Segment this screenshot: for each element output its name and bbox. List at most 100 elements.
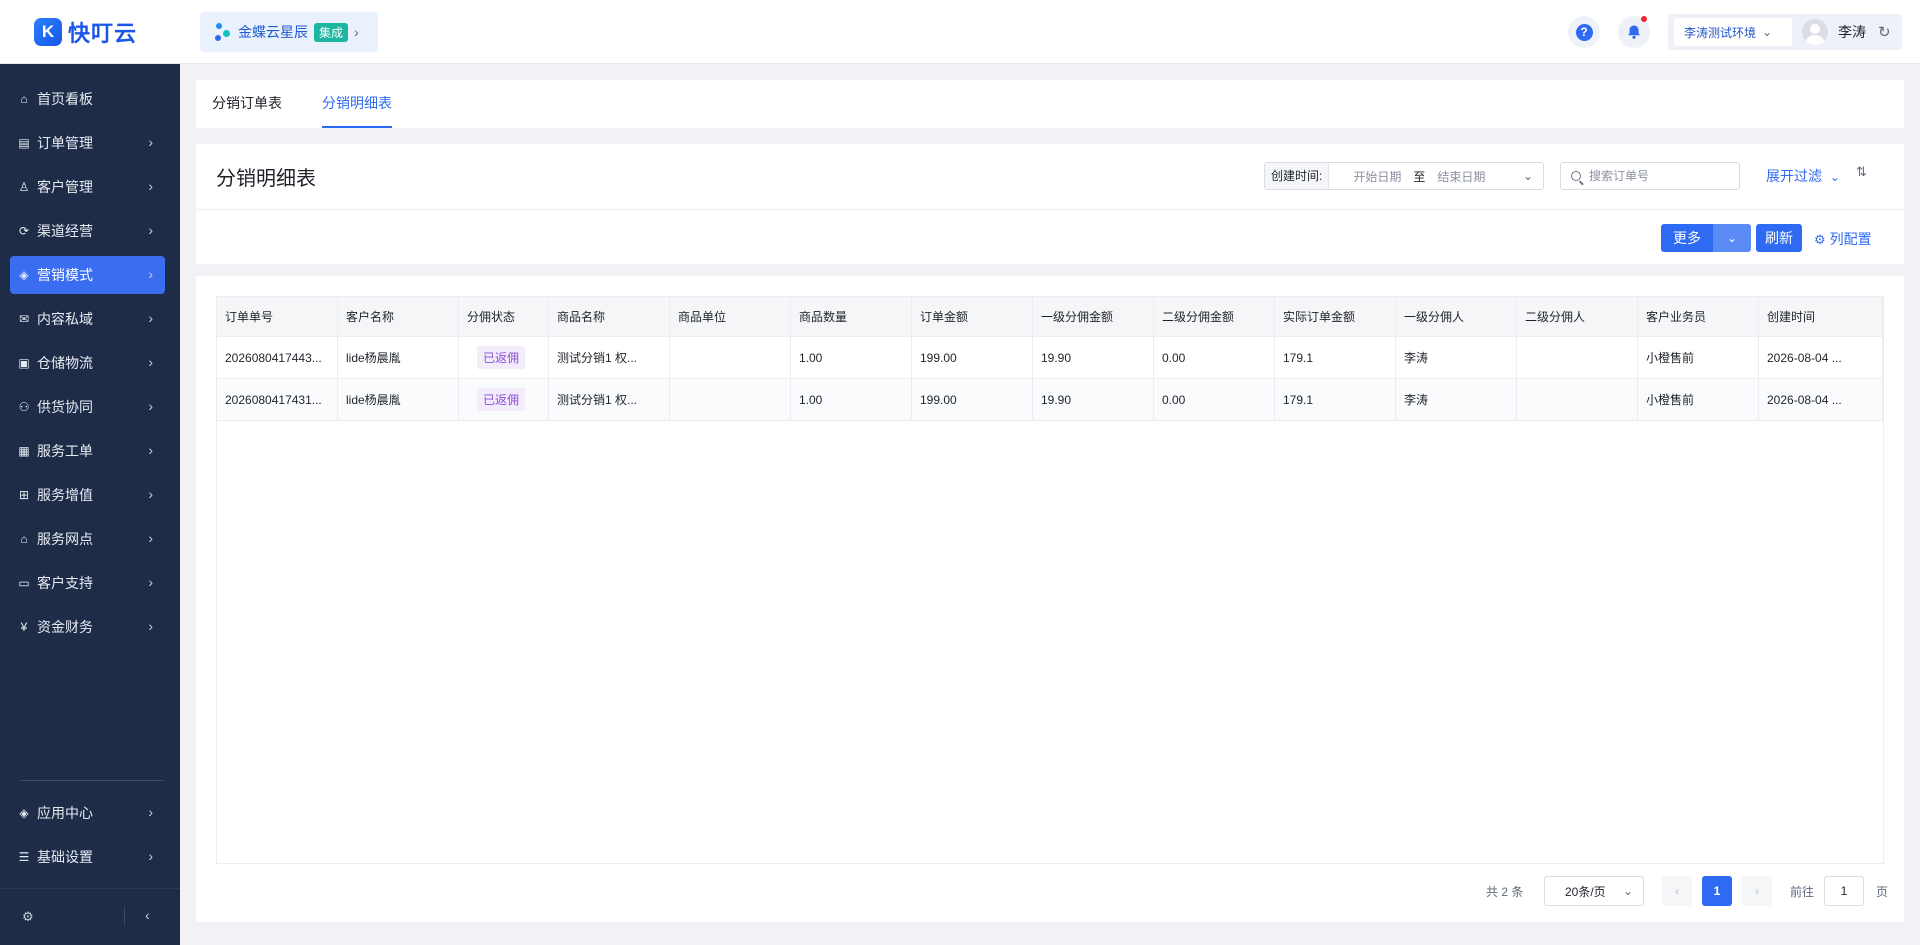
page-title: 分销明细表 bbox=[216, 168, 316, 190]
detail-table: 订单单号 客户名称 分佣状态 商品名称 商品单位 商品数量 订单金额 一级分佣金额 二级分佣金额… bbox=[216, 296, 1884, 864]
sidebar-divider bbox=[20, 780, 163, 781]
sidebar-item-warehouse[interactable]: ▣ 仓储物流 › bbox=[10, 344, 165, 382]
refresh-button[interactable]: 刷新 bbox=[1756, 224, 1802, 252]
sidebar-item-finance[interactable]: ¥ 资金财务 › bbox=[10, 608, 165, 646]
search-input[interactable] bbox=[1589, 169, 1729, 183]
page-suffix: 页 bbox=[1876, 884, 1889, 899]
tab-distribution-orders[interactable]: 分销订单表 bbox=[212, 80, 282, 128]
collapse-sidebar-icon[interactable]: ‹ bbox=[145, 907, 150, 923]
date-separator: 至 bbox=[1413, 169, 1426, 184]
sidebar-item-label: 供货协同 bbox=[37, 399, 93, 415]
sidebar-item-supply[interactable]: ⚇ 供货协同 › bbox=[10, 388, 165, 426]
column-header[interactable]: 订单金额 bbox=[912, 297, 1033, 336]
avatar[interactable] bbox=[1802, 19, 1828, 45]
column-header[interactable]: 实际订单金额 bbox=[1275, 297, 1396, 336]
column-config-button[interactable]: ⚙ 列配置 bbox=[1814, 229, 1872, 249]
help-icon: ? bbox=[1575, 23, 1593, 41]
sidebar-item-label: 营销模式 bbox=[37, 267, 93, 283]
sidebar-item-marketing[interactable]: ◈ 营销模式 › bbox=[10, 256, 165, 294]
settings-icon: ☰ bbox=[18, 850, 30, 864]
more-button[interactable]: 更多 bbox=[1661, 224, 1713, 252]
integration-switcher[interactable]: 金蝶云星辰 集成 › bbox=[200, 12, 378, 52]
sidebar-item-channel[interactable]: ⟳ 渠道经营 › bbox=[10, 212, 165, 250]
page-1-button[interactable]: 1 bbox=[1702, 876, 1732, 906]
column-header[interactable]: 分佣状态 bbox=[459, 297, 549, 336]
table-card: 订单单号 客户名称 分佣状态 商品名称 商品单位 商品数量 订单金额 一级分佣金额 二级分佣金额… bbox=[196, 276, 1904, 922]
table-cell bbox=[670, 337, 791, 378]
column-header[interactable]: 商品名称 bbox=[549, 297, 670, 336]
sidebar-item-label: 基础设置 bbox=[37, 849, 93, 865]
integration-logo-icon bbox=[214, 21, 232, 43]
page-size-select[interactable]: 20条/页 ⌄ bbox=[1544, 876, 1644, 906]
table-cell: lide杨晨胤 bbox=[338, 379, 459, 420]
marketing-icon: ◈ bbox=[19, 268, 29, 282]
help-button[interactable]: ? bbox=[1568, 16, 1600, 48]
sidebar-item-content[interactable]: ✉ 内容私域 › bbox=[10, 300, 165, 338]
sidebar-item-ticket[interactable]: ▦ 服务工单 › bbox=[10, 432, 165, 470]
prev-page-button[interactable]: ‹ bbox=[1662, 876, 1692, 906]
column-header[interactable]: 客户业务员 bbox=[1638, 297, 1759, 336]
order-icon: ▤ bbox=[18, 136, 30, 150]
sidebar-item-label: 客户管理 bbox=[37, 179, 93, 195]
column-config-label: 列配置 bbox=[1829, 231, 1872, 247]
chevron-down-icon: ⌄ bbox=[1522, 169, 1533, 183]
table-cell: 2026080417431... bbox=[217, 379, 338, 420]
column-header[interactable]: 二级分佣人 bbox=[1517, 297, 1638, 336]
chevron-down-icon: ⌄ bbox=[1829, 170, 1840, 184]
value-icon: ⊞ bbox=[18, 488, 30, 502]
status-badge: 已返佣 bbox=[477, 346, 526, 369]
expand-filter-button[interactable]: 展开过滤 ⌄ bbox=[1766, 166, 1840, 186]
sidebar-item-support[interactable]: ▭ 客户支持 › bbox=[10, 564, 165, 602]
sort-icon[interactable]: ⇅ bbox=[1856, 164, 1867, 180]
sidebar-item-apps[interactable]: ◈ 应用中心 › bbox=[10, 794, 165, 832]
order-search[interactable] bbox=[1560, 162, 1740, 190]
end-date-input[interactable]: 结束日期 bbox=[1437, 168, 1485, 185]
sidebar-item-value[interactable]: ⊞ 服务增值 › bbox=[10, 476, 165, 514]
total-count: 共 2 条 bbox=[1486, 884, 1524, 899]
gear-icon: ⚙ bbox=[1814, 232, 1826, 247]
top-header: K 快叮云 金蝶云星辰 集成 › ? 李涛测试环境 ⌄ 李涛 ↻ bbox=[0, 0, 1920, 64]
column-header[interactable]: 创建时间 bbox=[1759, 297, 1883, 336]
tab-distribution-details[interactable]: 分销明细表 bbox=[322, 80, 392, 128]
column-header[interactable]: 订单单号 bbox=[217, 297, 338, 336]
user-name[interactable]: 李涛 bbox=[1838, 22, 1866, 42]
table-row[interactable]: 2026080417431... lide杨晨胤 已返佣 测试分销1 权... 1.00… bbox=[217, 379, 1883, 421]
column-header[interactable]: 一级分佣金额 bbox=[1033, 297, 1154, 336]
column-header[interactable]: 二级分佣金额 bbox=[1154, 297, 1275, 336]
more-dropdown-button[interactable]: ⌄ bbox=[1713, 224, 1751, 252]
notification-button[interactable] bbox=[1618, 16, 1650, 48]
goto-page-input[interactable]: 1 bbox=[1824, 876, 1864, 906]
sidebar-item-settings[interactable]: ☰ 基础设置 › bbox=[10, 838, 165, 876]
refresh-icon[interactable]: ↻ bbox=[1878, 23, 1891, 41]
expand-filter-label: 展开过滤 bbox=[1766, 168, 1822, 184]
logo-mark-icon: K bbox=[34, 18, 62, 46]
sidebar-item-home[interactable]: ⌂ 首页看板 bbox=[10, 80, 165, 118]
column-header[interactable]: 客户名称 bbox=[338, 297, 459, 336]
search-icon bbox=[1571, 171, 1581, 181]
column-header[interactable]: 商品单位 bbox=[670, 297, 791, 336]
column-header[interactable]: 商品数量 bbox=[791, 297, 912, 336]
logo[interactable]: K 快叮云 bbox=[0, 0, 180, 64]
table-cell: 199.00 bbox=[912, 379, 1033, 420]
table-cell: 已返佣 bbox=[459, 337, 549, 378]
table-row[interactable]: 2026080417443... lide杨晨胤 已返佣 测试分销1 权... 1.00… bbox=[217, 337, 1883, 379]
start-date-input[interactable]: 开始日期 bbox=[1353, 168, 1401, 185]
logo-text: 快叮云 bbox=[68, 21, 138, 46]
chevron-right-icon: › bbox=[148, 134, 153, 150]
env-select[interactable]: 李涛测试环境 ⌄ bbox=[1674, 18, 1792, 46]
table-cell: 小橙售前 bbox=[1638, 337, 1759, 378]
sidebar-item-store[interactable]: ⌂ 服务网点 › bbox=[10, 520, 165, 558]
next-page-button[interactable]: › bbox=[1742, 876, 1772, 906]
sidebar-item-user[interactable]: ♙ 客户管理 › bbox=[10, 168, 165, 206]
column-header[interactable]: 一级分佣人 bbox=[1396, 297, 1517, 336]
table-cell: 19.90 bbox=[1033, 379, 1154, 420]
table-cell: 2026080417443... bbox=[217, 337, 338, 378]
table-cell: 179.1 bbox=[1275, 379, 1396, 420]
date-range-picker[interactable]: 创建时间: 开始日期 至 结束日期 ⌄ bbox=[1264, 162, 1544, 190]
table-cell: 1.00 bbox=[791, 379, 912, 420]
status-badge: 已返佣 bbox=[477, 388, 526, 411]
sidebar-item-order[interactable]: ▤ 订单管理 › bbox=[10, 124, 165, 162]
integration-name: 金蝶云星辰 bbox=[238, 24, 308, 40]
user-icon: ♙ bbox=[18, 180, 30, 194]
gear-icon[interactable]: ⚙ bbox=[22, 909, 34, 925]
